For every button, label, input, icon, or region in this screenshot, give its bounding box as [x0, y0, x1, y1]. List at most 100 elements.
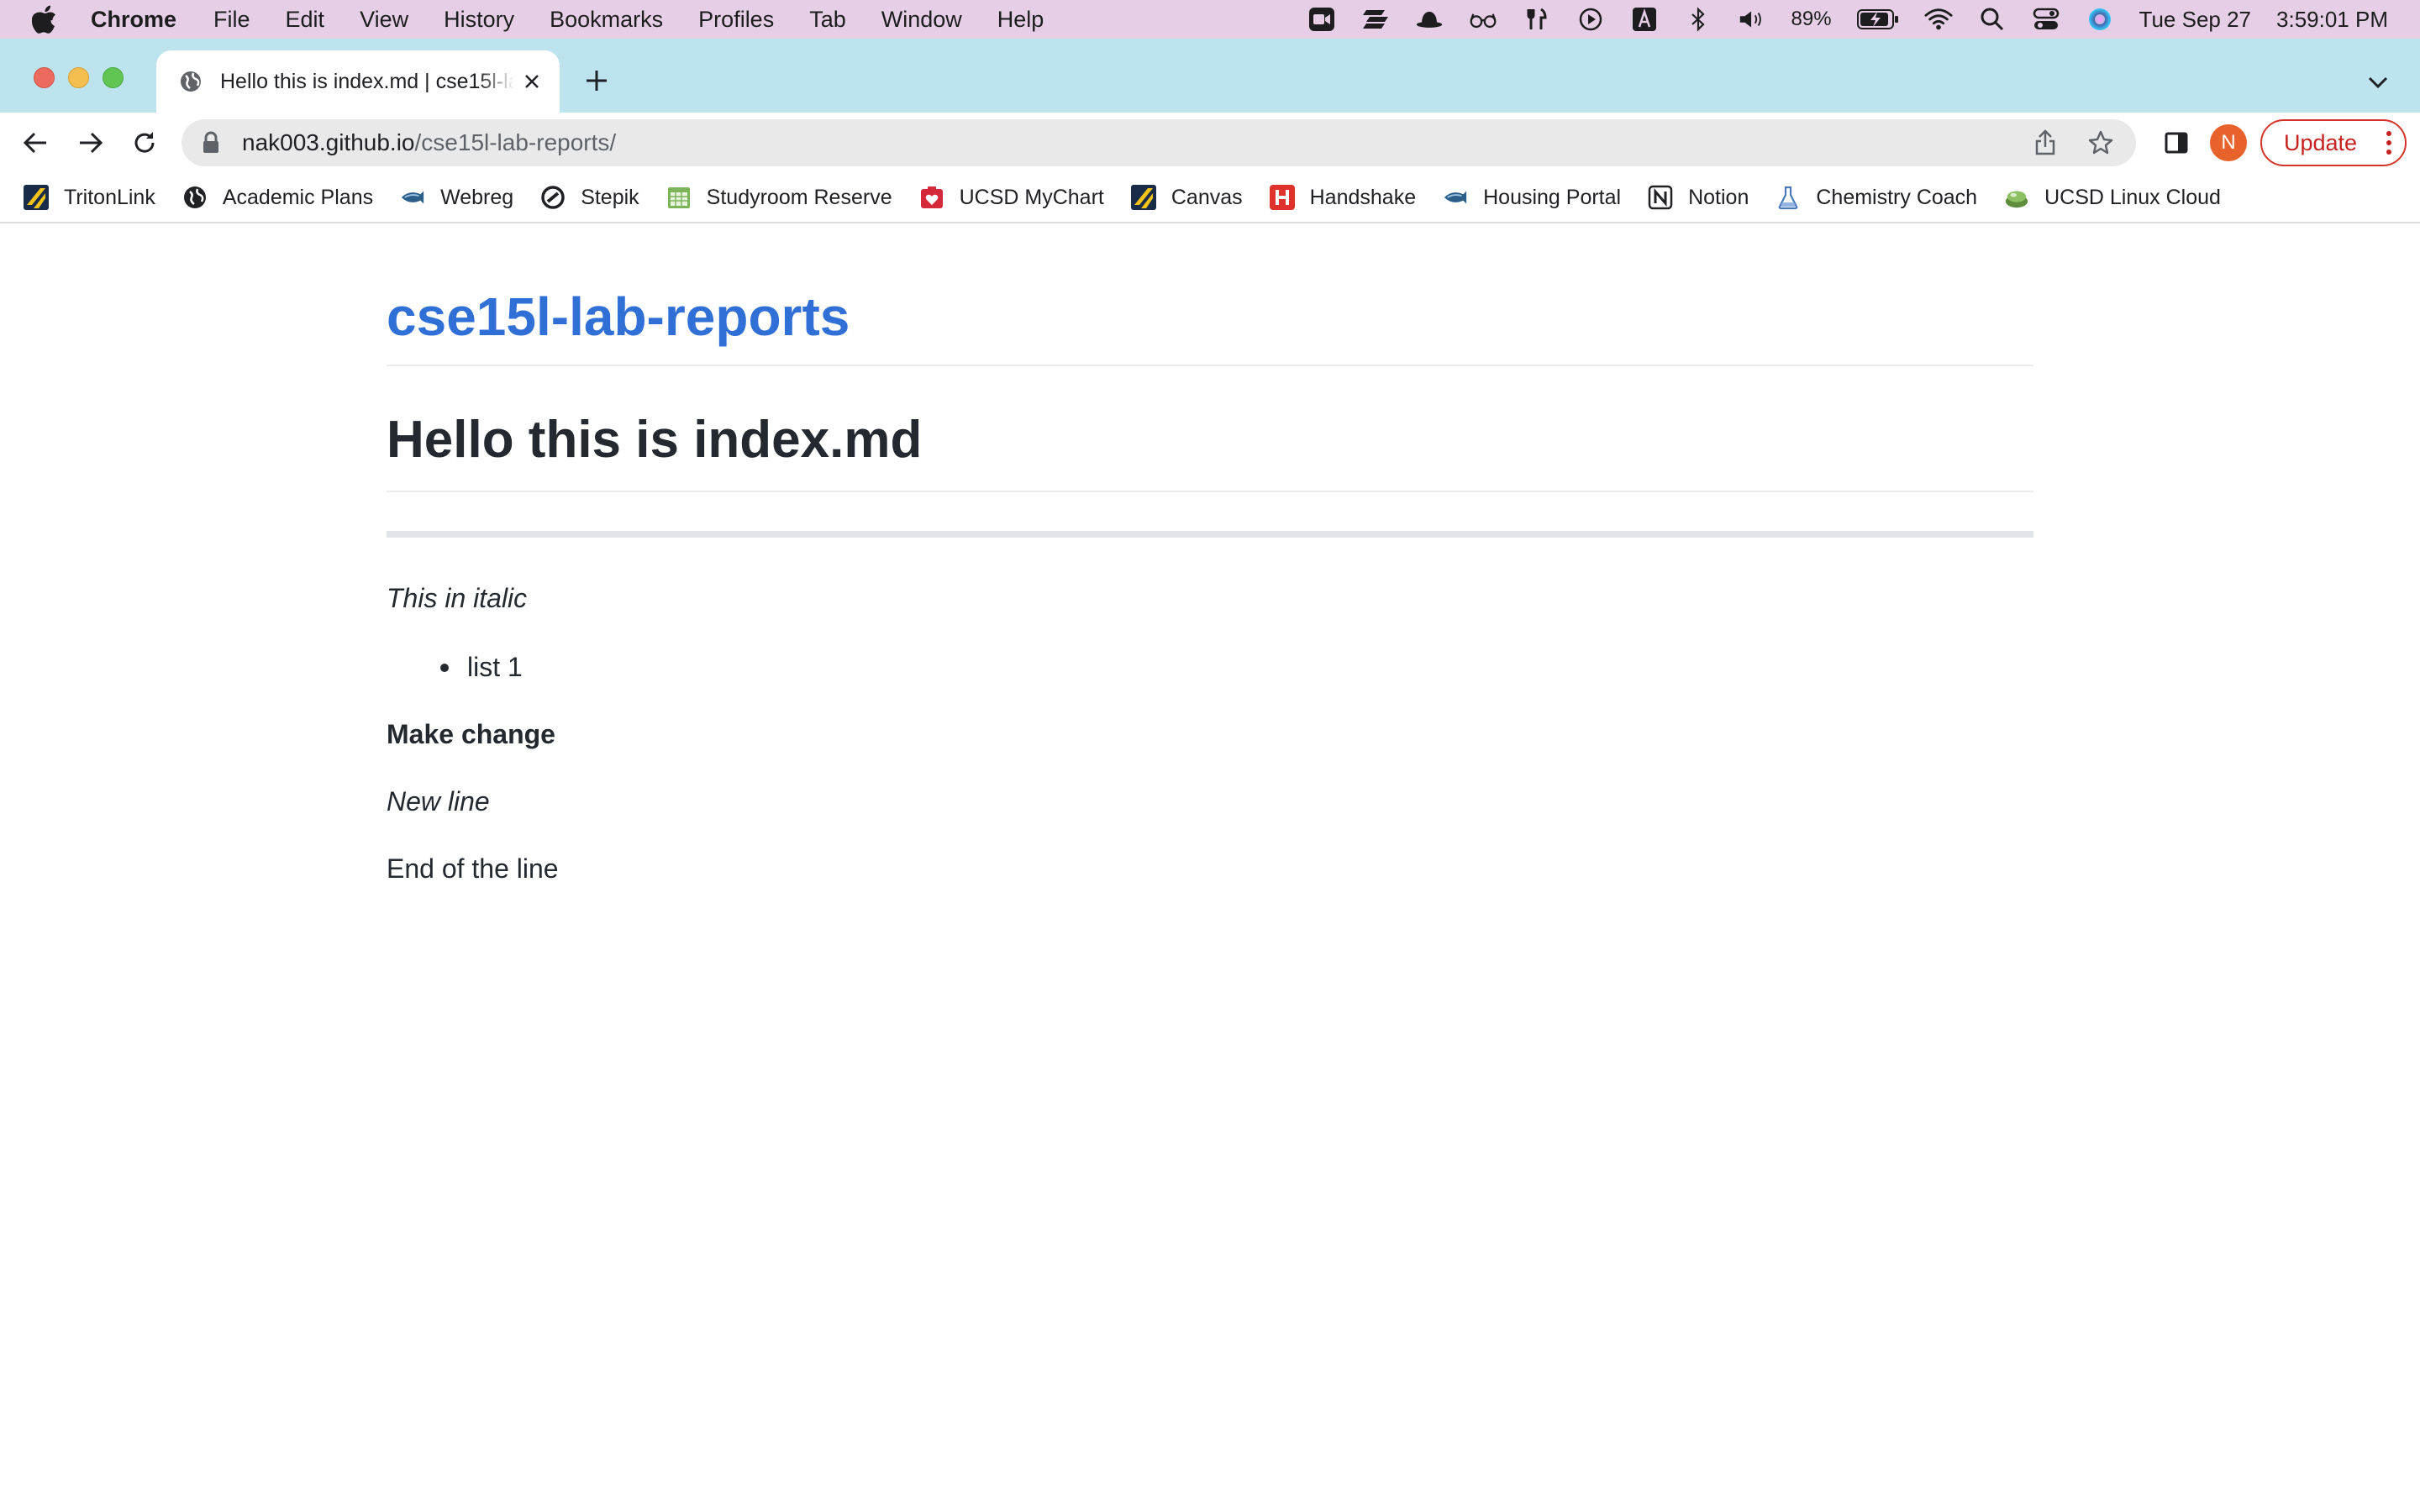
share-icon[interactable] — [2028, 126, 2062, 160]
omnibox-actions — [2028, 126, 2118, 160]
close-tab-icon[interactable] — [518, 67, 546, 96]
update-button-label: Update — [2284, 129, 2358, 155]
battery-percent: 89% — [1791, 8, 1832, 30]
bluetooth-icon[interactable] — [1684, 7, 1712, 32]
bookmark-ucsd-linux-cloud[interactable]: UCSD Linux Cloud — [2004, 185, 2221, 210]
menu-bookmarks[interactable]: Bookmarks — [550, 7, 663, 33]
url-text[interactable]: nak003.github.io/cse15l-lab-reports/ — [242, 129, 616, 156]
bookmark-canvas[interactable]: Canvas — [1130, 185, 1243, 210]
bookmark-label: UCSD MyChart — [959, 185, 1104, 209]
bookmark-label: Housing Portal — [1483, 185, 1622, 209]
list-item-text: list 1 — [467, 652, 523, 682]
bookmarks-bar: TritonLink Academic Plans Webreg Stepik … — [0, 173, 2420, 223]
cloud-icon — [2004, 185, 2029, 210]
macos-menubar: Chrome File Edit View History Bookmarks … — [0, 0, 2420, 39]
play-circle-icon[interactable] — [1576, 7, 1605, 32]
input-source-icon[interactable] — [1630, 7, 1659, 32]
update-chrome-button[interactable]: Update — [2260, 119, 2407, 166]
bookmark-star-icon[interactable] — [2084, 126, 2118, 160]
control-center-icon[interactable] — [2032, 7, 2060, 32]
wifi-icon[interactable] — [1924, 7, 1953, 32]
bookmark-chemistry-coach[interactable]: Chemistry Coach — [1776, 185, 1977, 210]
battery-charging-icon[interactable] — [1856, 7, 1899, 32]
apple-logo-icon[interactable] — [30, 5, 59, 34]
fullscreen-window-button[interactable] — [103, 67, 124, 88]
url-host: nak003.github.io — [242, 129, 415, 155]
list-item: list 1 — [440, 652, 523, 683]
menu-app-chrome[interactable]: Chrome — [91, 7, 176, 33]
italic-paragraph: This in italic — [387, 583, 528, 613]
lock-icon[interactable] — [198, 130, 224, 155]
close-window-button[interactable] — [34, 67, 55, 88]
menu-edit[interactable]: Edit — [286, 7, 325, 33]
globe-icon — [178, 69, 203, 94]
bookmark-stepik[interactable]: Stepik — [540, 185, 639, 210]
heading-divider — [387, 491, 2033, 492]
menu-file[interactable]: File — [213, 7, 250, 33]
volume-icon[interactable] — [1738, 7, 1766, 32]
tab-strip: Hello this is index.md | cse15l-lab-repo… — [0, 39, 2420, 113]
menu-view[interactable]: View — [360, 7, 408, 33]
bookmark-label: Stepik — [581, 185, 639, 209]
zoom-video-icon[interactable] — [1307, 7, 1336, 32]
tritonlink-icon — [24, 185, 49, 210]
menu-profiles[interactable]: Profiles — [698, 7, 774, 33]
bookmark-ucsd-mychart[interactable]: UCSD MyChart — [919, 185, 1104, 210]
stack-icon[interactable] — [1361, 7, 1390, 32]
bookmark-academic-plans[interactable]: Academic Plans — [182, 185, 373, 210]
side-panel-icon[interactable] — [2158, 124, 2195, 161]
tab-active[interactable]: Hello this is index.md | cse15l-lab-repo… — [156, 50, 560, 113]
calendar-icon — [666, 185, 692, 210]
menubar-date[interactable]: Tue Sep 27 — [2139, 7, 2251, 33]
bookmark-handshake[interactable]: Handshake — [1269, 185, 1417, 210]
triton-fish-icon — [1443, 185, 1468, 210]
glasses-icon[interactable] — [1469, 7, 1497, 32]
bookmark-label: Handshake — [1309, 185, 1417, 209]
menu-history[interactable]: History — [444, 7, 514, 33]
handshake-icon — [1269, 185, 1295, 210]
siri-icon[interactable] — [2086, 7, 2114, 32]
notion-icon — [1648, 185, 1673, 210]
minimize-window-button[interactable] — [68, 67, 89, 88]
bookmark-housing-portal[interactable]: Housing Portal — [1443, 185, 1621, 210]
profile-avatar[interactable]: N — [2210, 124, 2247, 161]
triton-fish-icon — [400, 185, 425, 210]
bookmark-studyroom-reserve[interactable]: Studyroom Reserve — [666, 185, 892, 210]
bookmark-webreg[interactable]: Webreg — [400, 185, 513, 210]
site-title-link[interactable]: cse15l-lab-reports — [387, 286, 850, 348]
window-controls — [34, 67, 124, 88]
tab-search-chevron-down-icon[interactable] — [2361, 66, 2395, 99]
more-menu-dots-icon[interactable] — [2385, 131, 2393, 155]
back-arrow-icon[interactable] — [17, 124, 54, 161]
bookmark-label: Notion — [1688, 185, 1749, 209]
header-divider — [387, 365, 2033, 366]
globe-icon — [182, 185, 208, 210]
address-bar[interactable]: nak003.github.io/cse15l-lab-reports/ — [182, 119, 2136, 166]
bookmark-tritonlink[interactable]: TritonLink — [24, 185, 155, 210]
bookmark-label: Chemistry Coach — [1816, 185, 1978, 209]
bowler-hat-icon[interactable] — [1415, 7, 1444, 32]
bookmark-label: UCSD Linux Cloud — [2044, 185, 2221, 209]
reload-icon[interactable] — [126, 124, 163, 161]
bookmark-notion[interactable]: Notion — [1648, 185, 1749, 210]
tab-title: Hello this is index.md | cse15l-lab-repo… — [220, 69, 514, 93]
tools-icon[interactable] — [1523, 7, 1551, 32]
flask-icon — [1776, 185, 1801, 210]
canvas-icon — [1130, 185, 1156, 210]
bookmark-label: Canvas — [1171, 185, 1243, 209]
forward-arrow-icon[interactable] — [72, 124, 109, 161]
bookmark-label: Studyroom Reserve — [706, 185, 892, 209]
new-tab-plus-icon[interactable] — [580, 64, 613, 97]
menubar-time[interactable]: 3:59:01 PM — [2276, 7, 2388, 33]
browser-toolbar: nak003.github.io/cse15l-lab-reports/ N U… — [0, 113, 2420, 173]
status-area: 89% Tue Sep 27 3:59:01 PM — [1307, 0, 2388, 39]
menu-help[interactable]: Help — [997, 7, 1044, 33]
bookmark-label: Academic Plans — [222, 185, 374, 209]
bookmark-label: TritonLink — [64, 185, 155, 209]
menu-tab[interactable]: Tab — [809, 7, 846, 33]
menu-window[interactable]: Window — [881, 7, 962, 33]
bookmark-label: Webreg — [440, 185, 514, 209]
mychart-icon — [919, 185, 944, 210]
spotlight-search-icon[interactable] — [1978, 7, 2007, 32]
web-page: cse15l-lab-reports Hello this is index.m… — [0, 225, 2420, 1512]
